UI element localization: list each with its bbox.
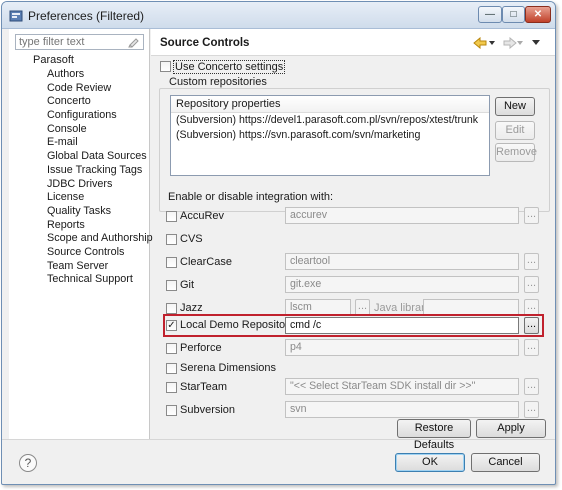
accurev-path-field[interactable]: accurev: [285, 207, 519, 224]
perforce-browse-button[interactable]: ...: [524, 339, 539, 356]
clear-filter-icon[interactable]: [128, 36, 140, 48]
filter-input[interactable]: [16, 35, 124, 49]
tree-item-parasoft[interactable]: Parasoft: [33, 54, 74, 66]
close-button[interactable]: ✕: [525, 6, 551, 23]
perforce-checkbox[interactable]: [166, 343, 177, 354]
tree-item-technical-support[interactable]: Technical Support: [47, 273, 153, 287]
source-controls-page: Source Controls Use Concerto settings Cu…: [151, 29, 555, 451]
tree-item-reports[interactable]: Reports: [47, 219, 153, 233]
starteam-checkbox[interactable]: [166, 382, 177, 393]
repository-row[interactable]: (Subversion) https://devel1.parasoft.com…: [171, 113, 489, 128]
java-library-label: Java library: [374, 302, 431, 314]
tree-item-quality-tasks[interactable]: Quality Tasks: [47, 205, 153, 219]
tree-item-license[interactable]: License: [47, 191, 153, 205]
jazz-checkbox[interactable]: [166, 303, 177, 314]
remove-repository-button[interactable]: Remove: [495, 143, 537, 162]
subversion-browse-button[interactable]: ...: [524, 401, 539, 418]
tree-children: Authors Code Review Concerto Configurati…: [47, 68, 153, 287]
maximize-button[interactable]: □: [502, 6, 525, 23]
accurev-label: AccuRev: [180, 210, 225, 222]
local-demo-browse-button[interactable]: ...: [524, 317, 539, 334]
starteam-label: StarTeam: [180, 381, 228, 393]
footer-separator: [2, 439, 555, 440]
window-title: Preferences (Filtered): [28, 9, 145, 23]
preferences-app-icon: [9, 10, 23, 22]
forward-menu-chevron-icon: [517, 41, 523, 45]
new-repository-button[interactable]: New: [495, 97, 535, 116]
perforce-label: Perforce: [180, 342, 222, 354]
subversion-checkbox[interactable]: [166, 405, 177, 416]
jazz-label: Jazz: [180, 302, 203, 314]
local-demo-repository-checkbox[interactable]: ✓: [166, 320, 177, 331]
repository-table-header: Repository properties: [171, 96, 489, 113]
preferences-window: Preferences (Filtered) — □ ✕ Parasoft Au…: [1, 1, 556, 485]
clearcase-label: ClearCase: [180, 256, 232, 268]
cancel-button[interactable]: Cancel: [471, 453, 540, 472]
filter-field[interactable]: [15, 34, 144, 50]
clearcase-browse-button[interactable]: ...: [524, 253, 539, 270]
clearcase-checkbox[interactable]: [166, 257, 177, 268]
page-header: Source Controls: [151, 29, 555, 56]
git-checkbox[interactable]: [166, 280, 177, 291]
title-bar: Preferences (Filtered) — □ ✕: [2, 2, 555, 29]
tree-item-source-controls[interactable]: Source Controls: [47, 246, 153, 260]
accurev-browse-button[interactable]: ...: [524, 207, 539, 224]
tree-item-global-data-sources[interactable]: Global Data Sources: [47, 150, 153, 164]
starteam-browse-button[interactable]: ...: [524, 378, 539, 395]
minimize-button[interactable]: —: [478, 6, 502, 23]
edit-repository-button[interactable]: Edit: [495, 121, 535, 140]
git-browse-button[interactable]: ...: [524, 276, 539, 293]
tree-item-email[interactable]: E-mail: [47, 136, 153, 150]
preferences-tree-pane: Parasoft Authors Code Review Concerto Co…: [9, 29, 153, 439]
local-demo-command-field[interactable]: cmd /c: [285, 317, 519, 334]
use-concerto-label: Use Concerto settings: [173, 60, 286, 74]
cvs-label: CVS: [180, 233, 203, 245]
use-concerto-checkbox[interactable]: [160, 61, 171, 72]
tree-item-issue-tracking-tags[interactable]: Issue Tracking Tags: [47, 164, 153, 178]
custom-repositories-label: Custom repositories: [167, 76, 269, 88]
restore-defaults-button[interactable]: Restore Defaults: [397, 419, 471, 451]
tree-item-code-review[interactable]: Code Review: [47, 82, 153, 96]
tree-item-concerto[interactable]: Concerto: [47, 95, 153, 109]
subversion-path-field[interactable]: svn: [285, 401, 519, 418]
help-icon[interactable]: ?: [19, 454, 37, 472]
apply-button[interactable]: Apply: [476, 419, 546, 438]
tree-item-team-server[interactable]: Team Server: [47, 260, 153, 274]
tree-item-jdbc-drivers[interactable]: JDBC Drivers: [47, 178, 153, 192]
forward-arrow-icon: [503, 37, 517, 49]
tree-item-console[interactable]: Console: [47, 123, 153, 137]
starteam-path-field[interactable]: "<< Select StarTeam SDK install dir >>": [285, 378, 519, 395]
tree-item-authors[interactable]: Authors: [47, 68, 153, 82]
local-demo-repository-label: Local Demo Repository: [180, 319, 295, 331]
back-arrow-icon[interactable]: [473, 37, 489, 49]
git-label: Git: [180, 279, 195, 291]
back-menu-chevron-icon[interactable]: [489, 41, 495, 45]
subversion-label: Subversion: [180, 404, 236, 416]
tree-item-configurations[interactable]: Configurations: [47, 109, 153, 123]
cvs-checkbox[interactable]: [166, 234, 177, 245]
ok-button[interactable]: OK: [395, 453, 465, 472]
repository-row[interactable]: (Subversion) https://svn.parasoft.com/sv…: [171, 128, 489, 143]
clearcase-path-field[interactable]: cleartool: [285, 253, 519, 270]
repository-table[interactable]: Repository properties (Subversion) https…: [170, 95, 490, 176]
page-title: Source Controls: [160, 37, 250, 49]
tree-item-scope-and-authorship[interactable]: Scope and Authorship: [47, 232, 153, 246]
perforce-path-field[interactable]: p4: [285, 339, 519, 356]
serena-dimensions-label: Serena Dimensions: [180, 362, 276, 374]
git-path-field[interactable]: git.exe: [285, 276, 519, 293]
serena-dimensions-checkbox[interactable]: [166, 363, 177, 374]
enable-integration-label: Enable or disable integration with:: [168, 191, 334, 203]
view-menu-icon[interactable]: [532, 40, 540, 45]
accurev-checkbox[interactable]: [166, 211, 177, 222]
